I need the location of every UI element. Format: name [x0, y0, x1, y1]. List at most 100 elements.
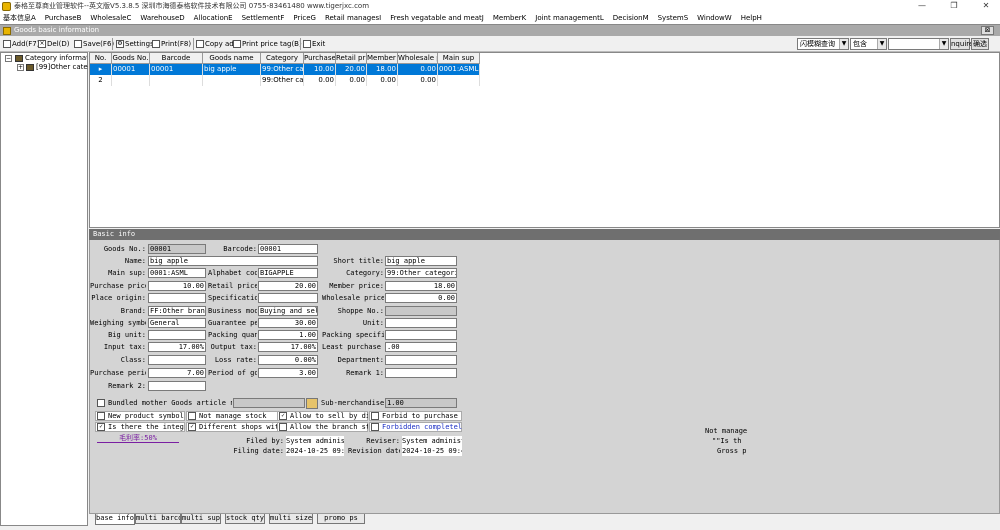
- field-purchase-period[interactable]: 7.00: [148, 368, 206, 378]
- field-short-title[interactable]: big apple: [385, 256, 457, 266]
- field-goods-no[interactable]: 00001: [148, 244, 206, 254]
- tab-multi-size[interactable]: multi size: [269, 514, 313, 524]
- cell-goods-name[interactable]: big apple: [203, 64, 261, 75]
- tab-multi-barcode[interactable]: multi barcode: [135, 514, 181, 524]
- menu-window[interactable]: WindowW: [697, 14, 732, 22]
- cell-purchase-price[interactable]: 10.00: [304, 64, 336, 75]
- expand-toggle-icon[interactable]: +: [17, 64, 24, 71]
- col-header-main-sup[interactable]: Main sup: [438, 53, 480, 64]
- field-barcode[interactable]: 00001: [258, 244, 318, 254]
- checkbox-not-manage-stock[interactable]: Not manage stock: [188, 411, 283, 421]
- field-input-tax[interactable]: 17.00%: [148, 342, 206, 352]
- col-header-barcode[interactable]: Barcode: [150, 53, 203, 64]
- field-least-purchase-qty[interactable]: .00: [385, 342, 457, 352]
- menu-wholesale[interactable]: WholesaleC: [90, 14, 131, 22]
- col-header-purchase-price[interactable]: Purchase price: [304, 53, 336, 64]
- cell-category[interactable]: 99:Other cate: [261, 75, 304, 86]
- col-header-retail-price[interactable]: Retail price: [336, 53, 367, 64]
- menu-fresh[interactable]: Fresh vegatable and meatJ: [390, 14, 484, 22]
- col-header-category[interactable]: Category: [261, 53, 304, 64]
- search-input[interactable]: ▼: [888, 38, 949, 50]
- checkbox-forbidden[interactable]: Forbidden completely: [371, 422, 462, 432]
- cell-goods-no[interactable]: [112, 75, 150, 86]
- field-place-origin[interactable]: [148, 293, 206, 303]
- menu-decision[interactable]: DecisionM: [613, 14, 649, 22]
- field-sub-merchandise-qty[interactable]: 1.00: [385, 398, 457, 408]
- field-member-price[interactable]: 18.00: [385, 281, 457, 291]
- menu-settlement[interactable]: SettlementF: [242, 14, 285, 22]
- menu-warehouse[interactable]: WarehouseD: [140, 14, 184, 22]
- field-brand[interactable]: FF:Other brand: [148, 306, 206, 316]
- field-alphabet-code[interactable]: BIGAPPLE: [258, 268, 318, 278]
- close-window-button[interactable]: ✕: [974, 0, 998, 12]
- copy-add-button[interactable]: Copy add: [196, 38, 238, 50]
- col-header-member-price[interactable]: Member price: [367, 53, 398, 64]
- tab-promo-ps[interactable]: promo ps: [317, 514, 365, 524]
- cell-retail-price[interactable]: 20.00: [336, 64, 367, 75]
- save-button[interactable]: Save(F6): [74, 38, 114, 50]
- checkbox-integral[interactable]: ✓Is there the integral?: [97, 422, 185, 432]
- tab-multi-sup[interactable]: multi sup: [181, 514, 221, 524]
- field-loss-rate[interactable]: 0.00%: [258, 355, 318, 365]
- minimize-button[interactable]: —: [910, 0, 934, 12]
- field-wholesale-price[interactable]: 0.00: [385, 293, 457, 303]
- inquire-button[interactable]: nquire: [950, 38, 973, 50]
- cell-member-price[interactable]: 18.00: [367, 64, 398, 75]
- field-big-unit[interactable]: [148, 330, 206, 340]
- match-mode-select[interactable]: 包含 ▼: [850, 38, 887, 50]
- confirm-button[interactable]: 确选: [971, 38, 989, 50]
- bundled-checkbox[interactable]: Bundled mother Goods article number: [97, 398, 232, 408]
- field-business-mode[interactable]: Buying and selling: [258, 306, 318, 316]
- menu-help[interactable]: HelpH: [741, 14, 762, 22]
- cell-wholesale-price[interactable]: 0.00: [398, 75, 438, 86]
- field-weighing-symbol[interactable]: General: [148, 318, 206, 328]
- exit-button[interactable]: Exit: [303, 38, 325, 50]
- checkbox-forbid-purchase[interactable]: Forbid to purchase: [371, 411, 462, 421]
- settings-button[interactable]: ⚙ Settings: [116, 38, 154, 50]
- field-bundled-article[interactable]: [233, 398, 305, 408]
- cell-main-sup[interactable]: [438, 75, 480, 86]
- field-output-tax[interactable]: 17.00%: [258, 342, 318, 352]
- add-button[interactable]: Add(F7): [3, 38, 40, 50]
- field-unit[interactable]: [385, 318, 457, 328]
- menu-system[interactable]: SystemS: [658, 14, 689, 22]
- field-category[interactable]: 99:Other categories: [385, 268, 457, 278]
- field-department[interactable]: [385, 355, 457, 365]
- menu-joint[interactable]: Joint managementL: [535, 14, 604, 22]
- field-shoppe-no[interactable]: [385, 306, 457, 316]
- print-price-tag-button[interactable]: Print price tag(B): [233, 38, 302, 50]
- child-close-button[interactable]: ⊠: [981, 26, 994, 35]
- field-class[interactable]: [148, 355, 206, 365]
- field-specification[interactable]: [258, 293, 318, 303]
- restore-button[interactable]: ❐: [942, 0, 966, 12]
- cell-retail-price[interactable]: 0.00: [336, 75, 367, 86]
- field-packing-spec[interactable]: [385, 330, 457, 340]
- field-retail-price[interactable]: 20.00: [258, 281, 318, 291]
- menu-retail[interactable]: Retail managesI: [325, 14, 381, 22]
- menu-allocation[interactable]: AllocationE: [194, 14, 233, 22]
- checkbox-allow-branch[interactable]: Allow the branch store to purchase: [279, 422, 368, 432]
- cell-main-sup[interactable]: 0001:ASML: [438, 64, 480, 75]
- tree-root-node[interactable]: Category information: [25, 54, 87, 62]
- checkbox-diff-shops[interactable]: ✓Different shops with different prices: [188, 422, 280, 432]
- field-remark2[interactable]: [148, 381, 206, 391]
- field-remark1[interactable]: [385, 368, 457, 378]
- collapse-toggle-icon[interactable]: −: [5, 55, 12, 62]
- col-header-wholesale-price[interactable]: Wholesale price: [398, 53, 438, 64]
- col-header-no[interactable]: No.: [90, 53, 112, 64]
- field-name[interactable]: big apple: [148, 256, 318, 266]
- cell-goods-no[interactable]: 00001: [112, 64, 150, 75]
- menu-price[interactable]: PriceG: [293, 14, 316, 22]
- delete-button[interactable]: × Del(D): [38, 38, 70, 50]
- field-purchase-price[interactable]: 10.00: [148, 281, 206, 291]
- cell-goods-name[interactable]: [203, 75, 261, 86]
- col-header-goods-name[interactable]: Goods name: [203, 53, 261, 64]
- checkbox-new-product[interactable]: New product symbol: [97, 411, 185, 421]
- menu-basic-info[interactable]: 基本信息A: [3, 13, 36, 23]
- field-goods-period[interactable]: 3.00: [258, 368, 318, 378]
- menu-member[interactable]: MemberK: [493, 14, 526, 22]
- cell-barcode[interactable]: 00001: [150, 64, 203, 75]
- tab-base-info[interactable]: base info: [95, 514, 135, 525]
- cell-purchase-price[interactable]: 0.00: [304, 75, 336, 86]
- menu-purchase[interactable]: PurchaseB: [45, 14, 82, 22]
